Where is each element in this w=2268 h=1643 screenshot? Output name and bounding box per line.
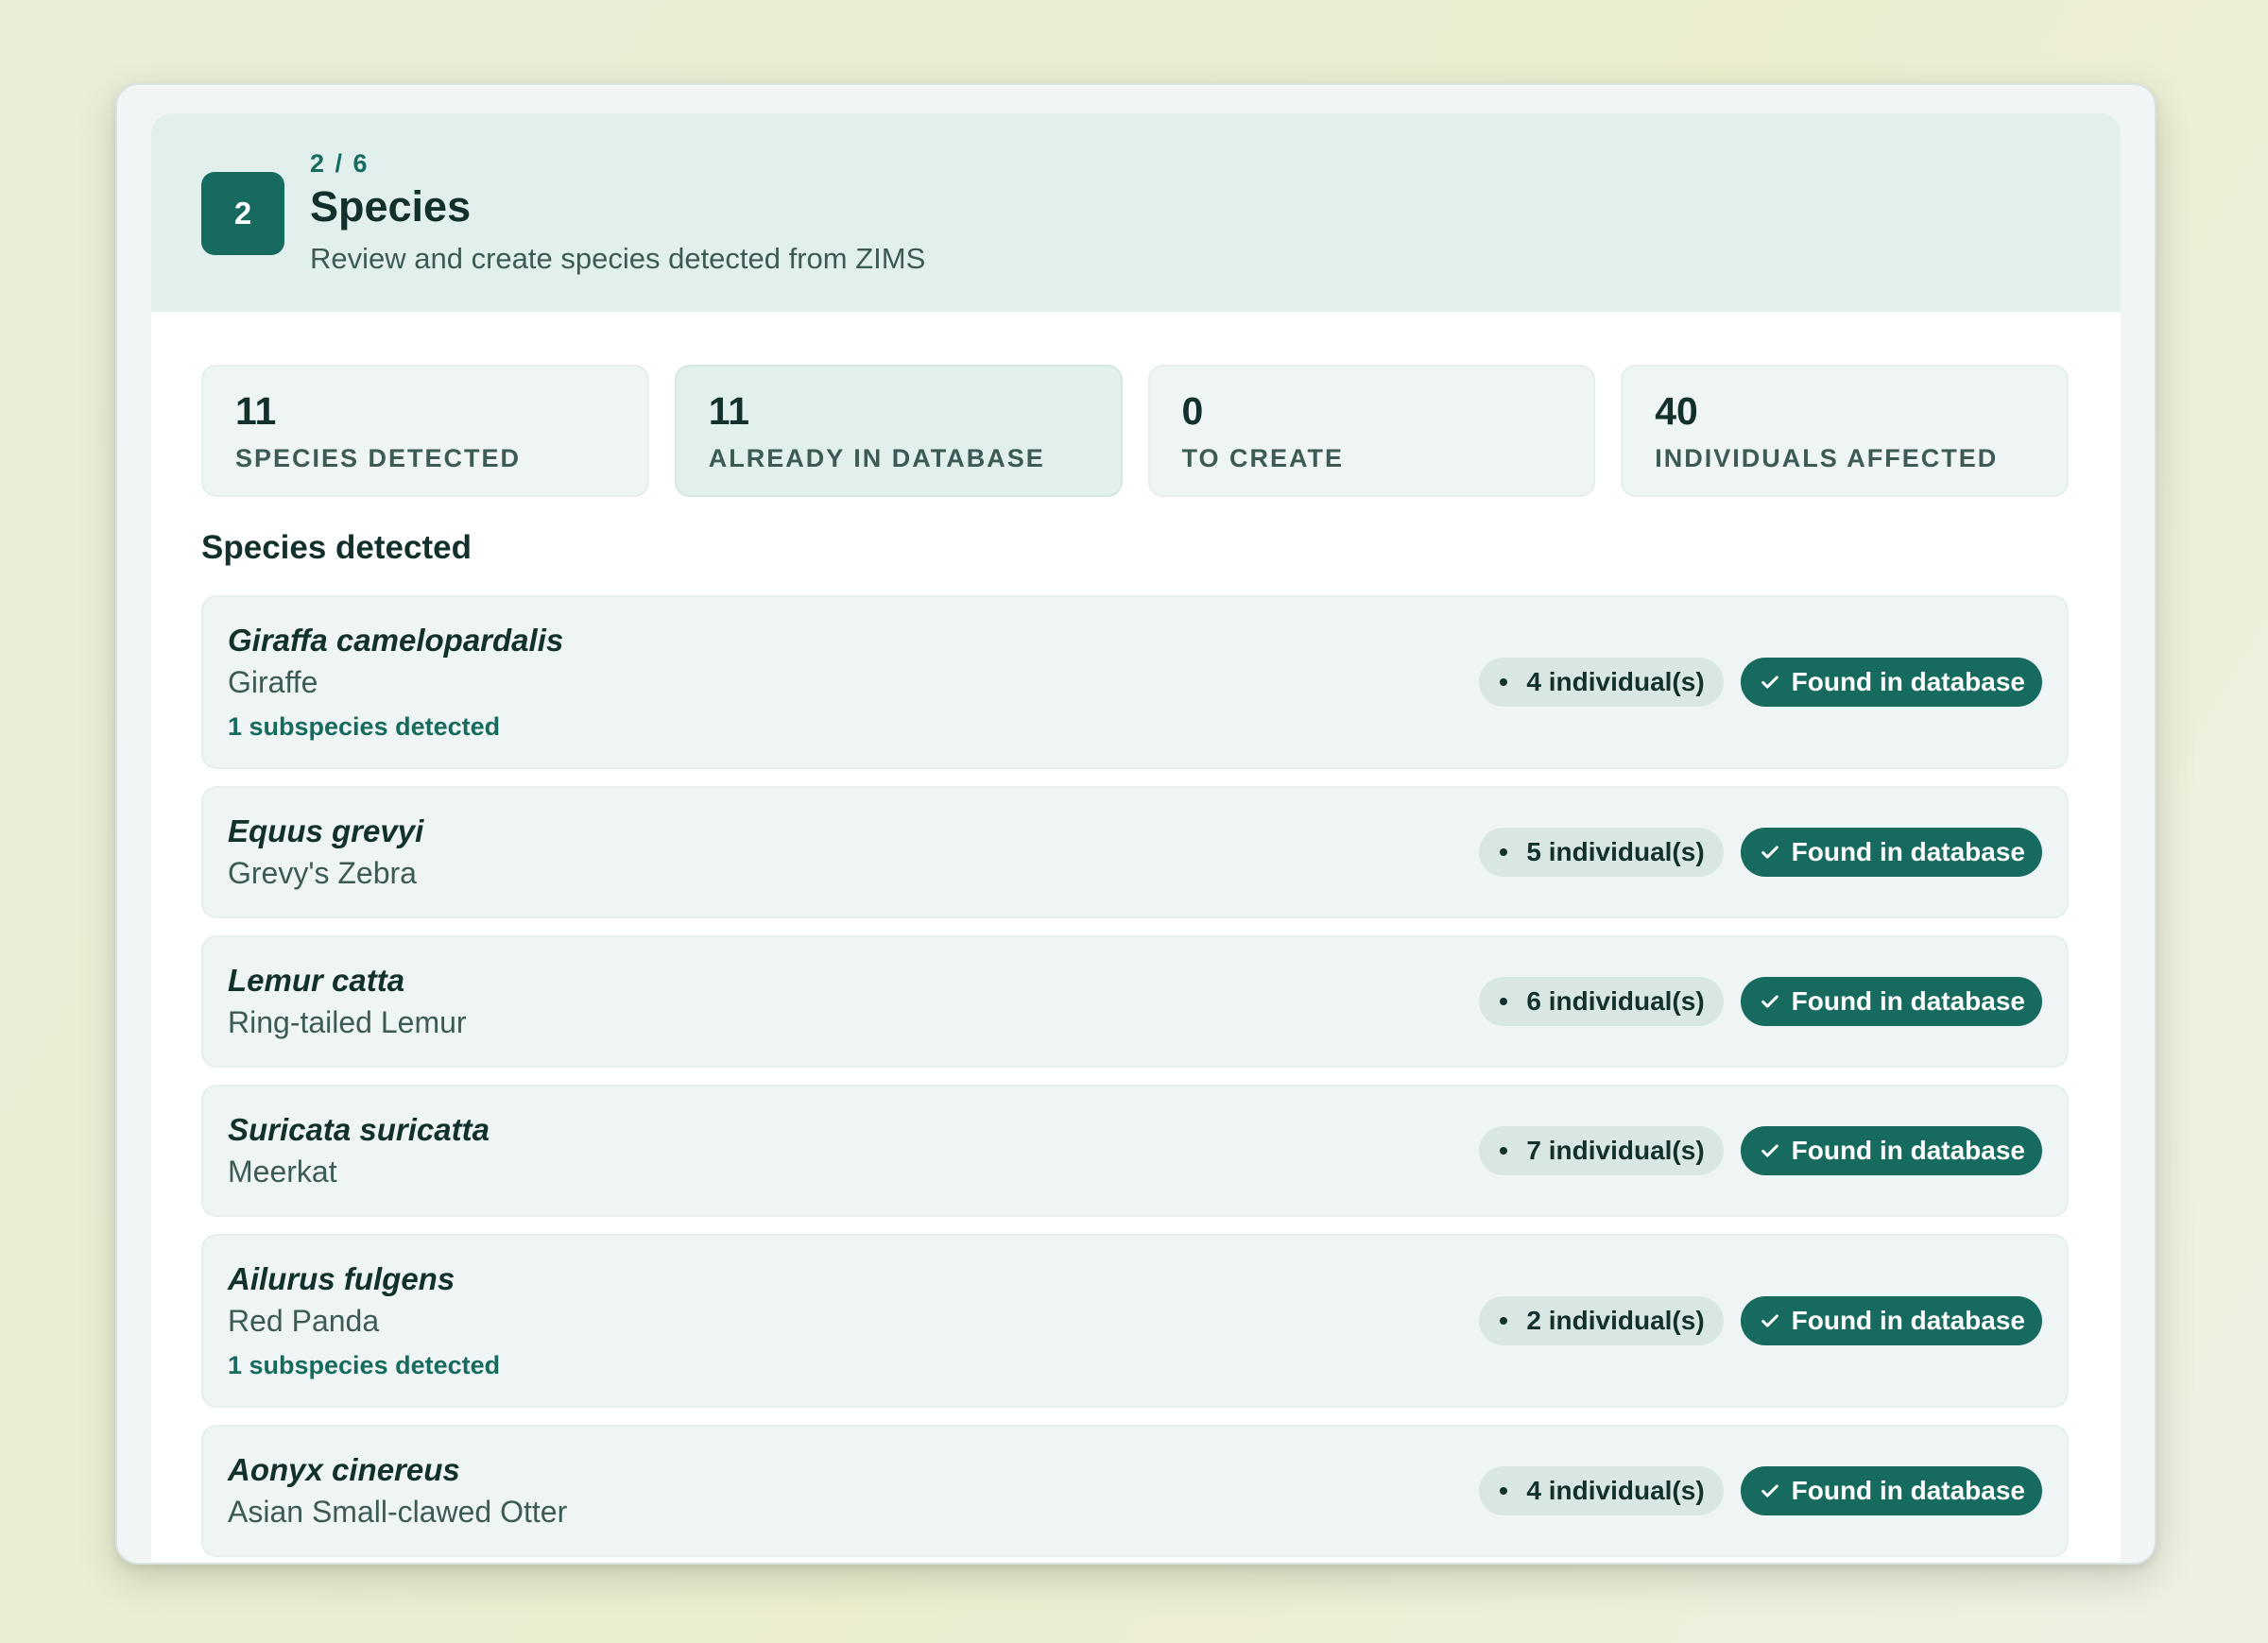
individual-count-badge: 2 individual(s) [1479, 1296, 1724, 1345]
bullet-icon [1500, 1147, 1508, 1155]
status-badge: Found in database [1740, 1126, 2042, 1175]
species-scientific-name: Ailurus fulgens [228, 1261, 455, 1296]
individual-count-badge: 6 individual(s) [1479, 977, 1724, 1026]
check-icon [1761, 676, 1778, 689]
species-row[interactable]: Equus grevyi Grevy's Zebra 5 individual(… [201, 786, 2069, 918]
status-label: Found in database [1791, 986, 2025, 1016]
page-subtitle: Review and create species detected from … [310, 242, 926, 275]
species-badges: 4 individual(s) Found in database [1479, 658, 2042, 707]
species-row[interactable]: Suricata suricatta Meerkat 7 individual(… [201, 1085, 2069, 1217]
stat-card-species-detected: 11 SPECIES DETECTED [201, 365, 649, 497]
check-icon [1761, 995, 1778, 1008]
bullet-icon [1500, 848, 1508, 856]
check-icon [1761, 846, 1778, 859]
species-scientific-name: Giraffa camelopardalis [228, 623, 564, 658]
individual-count-badge: 7 individual(s) [1479, 1126, 1724, 1175]
check-icon [1761, 1144, 1778, 1157]
species-row[interactable]: Ailurus fulgens Red Panda 1 subspecies d… [201, 1234, 2069, 1408]
species-badges: 5 individual(s) Found in database [1479, 828, 2042, 877]
species-row[interactable]: Aonyx cinereus Asian Small-clawed Otter … [201, 1425, 2069, 1557]
individual-count-badge: 4 individual(s) [1479, 658, 1724, 707]
status-label: Found in database [1791, 1476, 2025, 1505]
status-badge: Found in database [1740, 1296, 2042, 1345]
bullet-icon [1500, 678, 1508, 686]
stat-label: TO CREATE [1181, 444, 1345, 472]
status-badge: Found in database [1740, 658, 2042, 707]
status-label: Found in database [1791, 1306, 2025, 1335]
bullet-icon [1500, 1487, 1508, 1495]
species-badges: 2 individual(s) Found in database [1479, 1296, 2042, 1345]
app-window: 2 2 / 6 Species Review and create specie… [115, 83, 2156, 1565]
individual-count-label: 2 individual(s) [1526, 1306, 1705, 1335]
stat-value: 40 [1655, 389, 1698, 433]
step-panel: 2 2 / 6 Species Review and create specie… [151, 113, 2121, 1563]
subspecies-link[interactable]: 1 subspecies detected [228, 1349, 2067, 1381]
check-icon [1761, 1484, 1778, 1498]
stat-value: 11 [235, 389, 277, 433]
stat-card-to-create: 0 TO CREATE [1147, 365, 1596, 497]
stat-card-individuals-affected: 40 INDIVIDUALS AFFECTED [1621, 365, 2069, 497]
stat-label: SPECIES DETECTED [235, 444, 522, 472]
stat-value: 0 [1181, 389, 1204, 433]
status-label: Found in database [1791, 837, 2025, 866]
species-list: Giraffa camelopardalis Giraffe 1 subspec… [201, 595, 2069, 1563]
status-label: Found in database [1791, 1136, 2025, 1165]
individual-count-label: 4 individual(s) [1526, 667, 1705, 696]
status-badge: Found in database [1740, 977, 2042, 1026]
species-row[interactable]: Lemur catta Ring-tailed Lemur 6 individu… [201, 935, 2069, 1068]
page-title: Species [310, 182, 472, 231]
individual-count-label: 6 individual(s) [1526, 986, 1705, 1016]
step-header: 2 2 / 6 Species Review and create specie… [151, 113, 2121, 312]
individual-count-badge: 4 individual(s) [1479, 1466, 1724, 1515]
bullet-icon [1500, 998, 1508, 1005]
stat-card-already-in-database: 11 ALREADY IN DATABASE [674, 365, 1123, 497]
stats-row: 11 SPECIES DETECTED 11 ALREADY IN DATABA… [201, 365, 2069, 497]
step-header-text: 2 / 6 Species Review and create species … [310, 147, 925, 278]
individual-count-label: 7 individual(s) [1526, 1136, 1705, 1165]
individual-count-badge: 5 individual(s) [1479, 828, 1724, 877]
bullet-icon [1500, 1317, 1508, 1325]
species-badges: 7 individual(s) Found in database [1479, 1126, 2042, 1175]
species-row[interactable]: Giraffa camelopardalis Giraffe 1 subspec… [201, 595, 2069, 769]
status-badge: Found in database [1740, 828, 2042, 877]
subspecies-link[interactable]: 1 subspecies detected [228, 710, 2067, 743]
species-badges: 4 individual(s) Found in database [1479, 1466, 2042, 1515]
check-icon [1761, 1314, 1778, 1327]
section-title: Species detected [201, 529, 472, 566]
status-badge: Found in database [1740, 1466, 2042, 1515]
stat-label: ALREADY IN DATABASE [708, 444, 1045, 472]
stat-label: INDIVIDUALS AFFECTED [1655, 444, 1999, 472]
stat-value: 11 [708, 389, 750, 433]
step-progress: 2 / 6 [310, 149, 369, 178]
status-label: Found in database [1791, 667, 2025, 696]
individual-count-label: 5 individual(s) [1526, 837, 1705, 866]
individual-count-label: 4 individual(s) [1526, 1476, 1705, 1505]
step-number-badge: 2 [201, 172, 284, 255]
species-badges: 6 individual(s) Found in database [1479, 977, 2042, 1026]
